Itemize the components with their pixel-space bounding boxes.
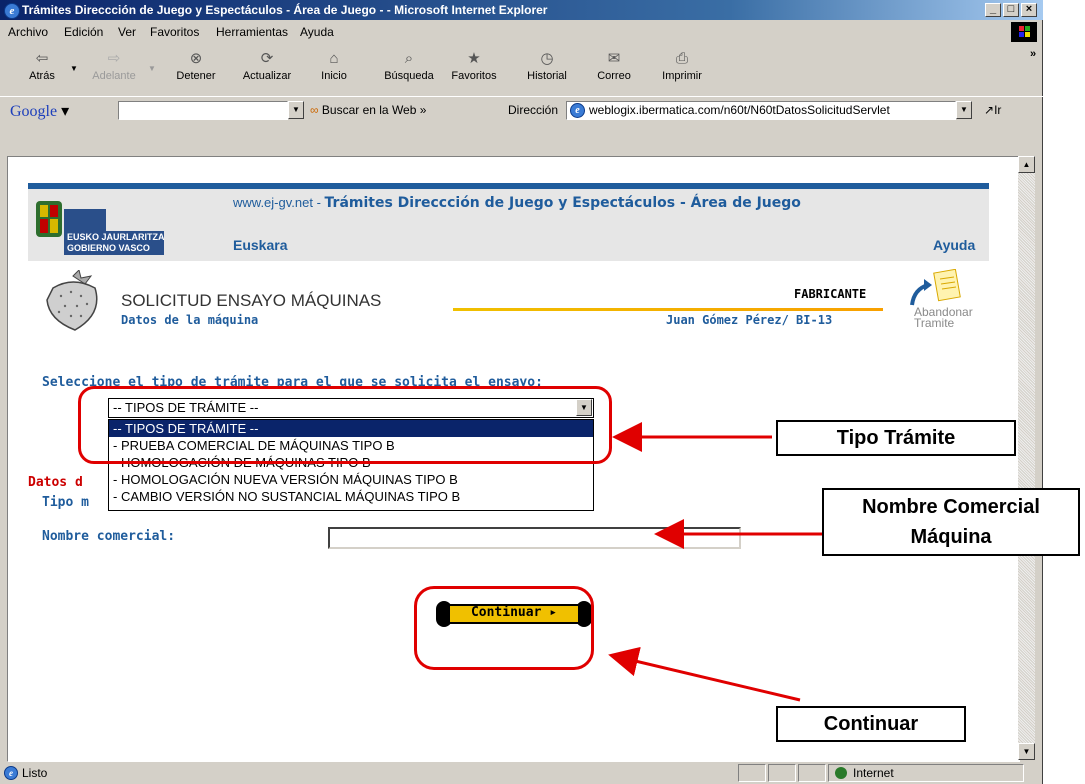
annotation-tipo-tramite: Tipo Trámite xyxy=(776,420,1016,456)
annotation-continuar: Continuar xyxy=(776,706,966,742)
annotation-arrows xyxy=(608,422,822,702)
arrow-continuar xyxy=(608,646,801,702)
annotation-nombre-comercial: Nombre Comercial Máquina xyxy=(822,488,1080,556)
